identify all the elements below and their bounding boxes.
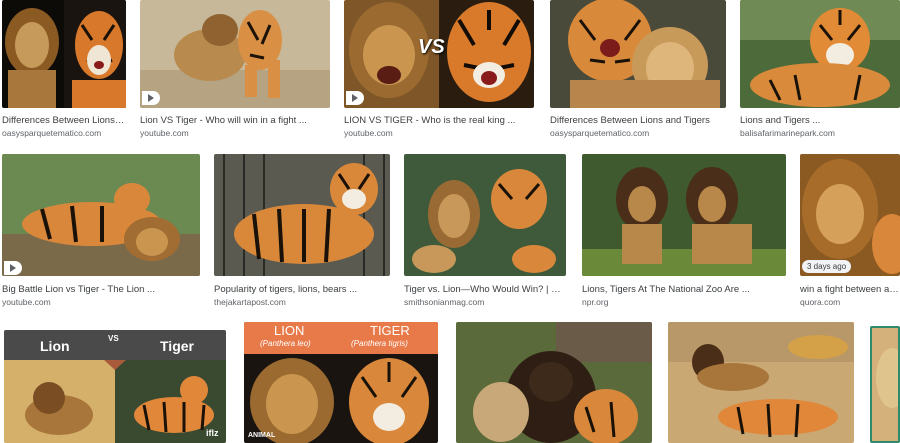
result-card[interactable]: VS LION VS TIGER - Who is the real king … — [344, 0, 534, 140]
result-source: youtube.com — [140, 128, 189, 138]
banner-left-sub: (Panthera leo) — [260, 339, 311, 348]
banner-right-sub: (Panthera tigris) — [351, 339, 408, 348]
play-icon — [4, 261, 22, 275]
result-image[interactable] — [582, 154, 786, 276]
banner-left: Lion — [40, 338, 70, 354]
play-icon — [346, 91, 364, 105]
result-title[interactable]: Differences Between Lions and Tigers — [550, 115, 726, 126]
play-icon — [142, 91, 160, 105]
result-card[interactable]: Lions and Tigers ... balisafarimarinepar… — [740, 0, 900, 140]
result-card[interactable]: Tiger vs. Lion—Who Would Win? | Smar... … — [404, 154, 566, 310]
result-card[interactable] — [668, 322, 854, 443]
result-title[interactable]: LION VS TIGER - Who is the real king ... — [344, 115, 534, 126]
result-image[interactable]: Lion VS Tiger iflz — [4, 330, 226, 443]
result-card[interactable]: Differences Between Lions and Tigers oas… — [550, 0, 726, 140]
result-image[interactable] — [550, 0, 726, 108]
result-image[interactable] — [2, 154, 200, 276]
result-image[interactable] — [404, 154, 566, 276]
banner-vs: VS — [108, 334, 119, 343]
result-image[interactable] — [740, 0, 900, 108]
vs-overlay: VS — [418, 36, 445, 58]
result-card[interactable]: Differences Between Lions a... oasysparq… — [2, 0, 126, 140]
result-title[interactable]: Lions and Tigers ... — [740, 115, 900, 126]
result-title[interactable]: Big Battle Lion vs Tiger - The Lion ... — [2, 284, 200, 295]
result-source: npr.org — [582, 297, 609, 307]
watermark: iflz — [206, 428, 219, 438]
result-image[interactable] — [214, 154, 390, 276]
result-image[interactable] — [2, 0, 126, 108]
result-card[interactable] — [870, 326, 900, 443]
result-image[interactable]: VS — [344, 0, 534, 108]
result-source: youtube.com — [2, 297, 51, 307]
result-title[interactable]: win a fight between a tig... — [800, 284, 900, 295]
result-source: smithsonianmag.com — [404, 297, 485, 307]
result-card[interactable]: 3 days ago win a fight between a tig... … — [800, 154, 900, 310]
result-card[interactable]: Popularity of tigers, lions, bears ... t… — [214, 154, 390, 310]
age-badge: 3 days ago — [802, 260, 852, 273]
banner-left: LION — [274, 323, 305, 338]
result-image[interactable] — [870, 326, 900, 443]
watermark: ANIMAL — [248, 432, 276, 439]
result-card[interactable]: Lions, Tigers At The National Zoo Are ..… — [582, 154, 786, 310]
banner-right: Tiger — [160, 338, 194, 354]
result-source: quora.com — [800, 297, 841, 307]
result-title[interactable]: Differences Between Lions a... — [2, 115, 126, 126]
result-image[interactable]: LION (Panthera leo) TIGER (Panthera tigr… — [244, 322, 438, 443]
result-title[interactable]: Lion VS Tiger - Who will win in a fight … — [140, 115, 330, 126]
result-source: youtube.com — [344, 128, 393, 138]
result-card[interactable]: LION (Panthera leo) TIGER (Panthera tigr… — [244, 322, 438, 443]
result-image[interactable]: 3 days ago — [800, 154, 900, 276]
result-card[interactable]: Big Battle Lion vs Tiger - The Lion ... … — [2, 154, 200, 310]
result-card[interactable] — [456, 322, 652, 443]
result-image[interactable] — [140, 0, 330, 108]
result-source: oasysparquetematico.com — [2, 128, 102, 138]
result-source: thejakartapost.com — [214, 297, 286, 307]
result-title[interactable]: Tiger vs. Lion—Who Would Win? | Smar... — [404, 284, 566, 295]
result-source: balisafarimarinepark.com — [740, 128, 835, 138]
result-card[interactable]: Lion VS Tiger iflz — [4, 330, 226, 443]
result-card[interactable]: Lion VS Tiger - Who will win in a fight … — [140, 0, 330, 140]
result-source: oasysparquetematico.com — [550, 128, 650, 138]
result-image[interactable] — [456, 322, 652, 443]
result-image[interactable] — [668, 322, 854, 443]
result-title[interactable]: Lions, Tigers At The National Zoo Are ..… — [582, 284, 786, 295]
banner-right: TIGER — [370, 323, 410, 338]
result-title[interactable]: Popularity of tigers, lions, bears ... — [214, 284, 390, 295]
